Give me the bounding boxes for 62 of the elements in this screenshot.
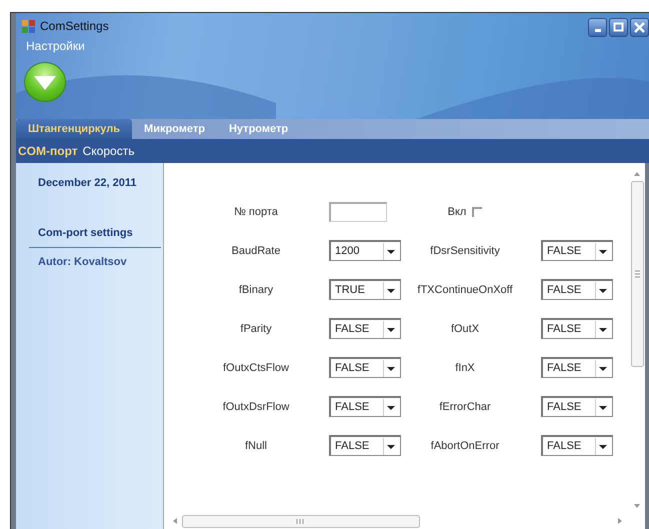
field-label: fNull xyxy=(244,440,268,452)
maximize-button[interactable] xyxy=(609,18,628,36)
author-text: Autor: Kovaltsov xyxy=(37,256,128,268)
caret-icon xyxy=(595,438,610,454)
minimize-button[interactable] xyxy=(588,18,607,36)
caret-icon xyxy=(595,320,610,338)
caret-icon xyxy=(383,242,398,260)
field-label: fOutxCtsFlow xyxy=(222,362,290,374)
field-label: fDsrSensitivity xyxy=(429,244,501,256)
dropdown[interactable]: FALSE xyxy=(541,318,613,339)
caret-icon xyxy=(595,242,610,260)
tab[interactable]: Штангенциркуль xyxy=(16,119,132,139)
scroll-right-icon[interactable] xyxy=(617,517,623,525)
field-label: fParity xyxy=(239,322,273,334)
caret-icon xyxy=(383,282,398,298)
dropdown[interactable]: FALSE xyxy=(541,279,613,300)
field-label: fOutX xyxy=(450,322,480,334)
dropdown[interactable]: FALSE xyxy=(329,396,401,417)
scroll-up-icon[interactable] xyxy=(633,171,641,177)
app-icon xyxy=(21,18,36,34)
dropdown[interactable]: FALSE xyxy=(329,357,401,378)
field-label: BaudRate xyxy=(230,244,282,256)
minimize-icon xyxy=(594,28,600,32)
subtab[interactable]: COM-порт xyxy=(18,144,78,158)
dropdown[interactable]: FALSE xyxy=(329,435,401,456)
scrollbar-thumb[interactable] xyxy=(182,514,420,528)
field-label: fBinary xyxy=(238,284,274,296)
close-icon xyxy=(634,22,645,32)
scroll-down-icon[interactable] xyxy=(633,503,641,509)
close-button[interactable] xyxy=(630,18,649,36)
caret-icon xyxy=(383,320,398,338)
dropdown[interactable]: TRUE xyxy=(329,279,401,300)
caret-icon xyxy=(595,398,610,416)
dropdown[interactable]: FALSE xyxy=(329,318,401,339)
maximize-icon xyxy=(613,22,624,32)
date-text: December 22, 2011 xyxy=(37,177,138,189)
scrollbar-thumb[interactable] xyxy=(630,181,644,367)
caret-icon xyxy=(595,360,610,376)
caret-icon xyxy=(595,282,610,298)
caret-icon xyxy=(383,438,398,454)
field-label: Вкл xyxy=(448,206,466,218)
field-label: fOutxDsrFlow xyxy=(222,400,290,412)
field-label: fTXContinueOnXoff xyxy=(416,284,514,296)
field-label: № порта xyxy=(233,206,279,218)
dropdown[interactable]: FALSE xyxy=(541,435,613,456)
scroll-left-icon[interactable] xyxy=(172,517,178,525)
subtab[interactable]: Скорость xyxy=(82,144,134,158)
dropdown[interactable]: FALSE xyxy=(541,357,613,378)
app-menu-button[interactable] xyxy=(24,62,66,102)
down-arrow-icon xyxy=(33,74,57,90)
dropdown[interactable]: FALSE xyxy=(541,240,613,261)
dropdown[interactable]: FALSE xyxy=(541,396,613,417)
field-label: fInX xyxy=(454,362,476,374)
section-heading: Com-port settings xyxy=(37,227,134,241)
caret-icon xyxy=(383,360,398,376)
field-label: fAbortOnError xyxy=(430,440,500,452)
caret-icon xyxy=(383,398,398,416)
window-title: ComSettings xyxy=(40,19,109,33)
input-field[interactable] xyxy=(329,202,387,222)
field-label: fErrorChar xyxy=(438,400,492,412)
dropdown[interactable]: 1200 xyxy=(329,240,401,261)
checkbox[interactable] xyxy=(472,207,482,217)
